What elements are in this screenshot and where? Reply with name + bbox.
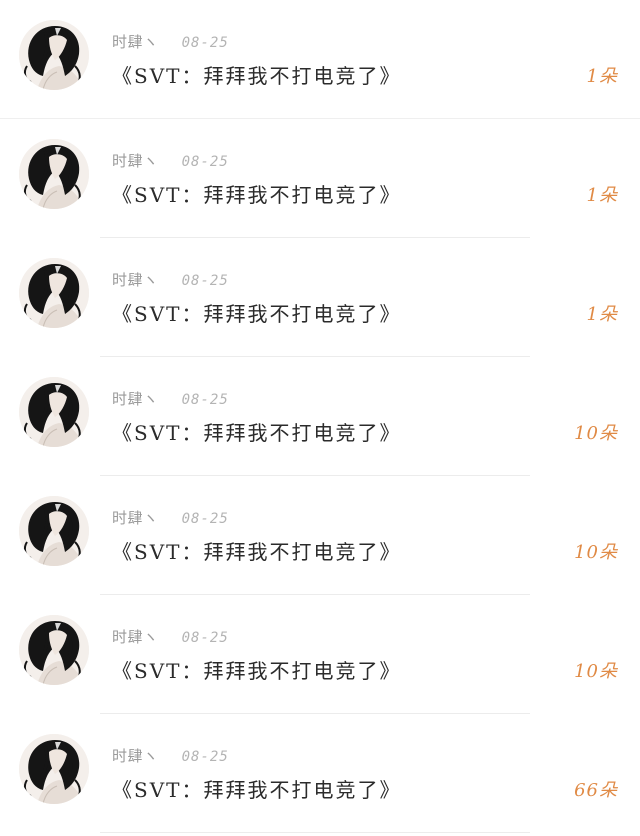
gift-amount: 66朵 — [574, 780, 618, 801]
gift-amount: 10朵 — [574, 542, 618, 563]
date: 08-25 — [181, 35, 229, 51]
gift-amount: 1朵 — [586, 185, 618, 206]
item-meta: 时肆ヽ 08-25 — [112, 745, 229, 765]
avatar[interactable] — [19, 20, 89, 90]
list-item[interactable]: 时肆ヽ 08-25 《SVT：拜拜我不打电竞了》 10朵 — [0, 357, 640, 476]
date: 08-25 — [181, 749, 229, 765]
list-item[interactable]: 时肆ヽ 08-25 《SVT：拜拜我不打电竞了》 10朵 — [0, 476, 640, 595]
anime-avatar-image — [19, 496, 89, 566]
message-text: 《SVT：拜拜我不打电竞了》 — [112, 64, 402, 88]
item-meta: 时肆ヽ 08-25 — [112, 269, 229, 289]
anime-avatar-image — [19, 615, 89, 685]
anime-avatar-image — [19, 377, 89, 447]
message-text: 《SVT：拜拜我不打电竞了》 — [112, 778, 402, 802]
avatar[interactable] — [19, 258, 89, 328]
gift-amount: 1朵 — [586, 66, 618, 87]
avatar[interactable] — [19, 496, 89, 566]
list-item[interactable]: 时肆ヽ 08-25 《SVT：拜拜我不打电竞了》 1朵 — [0, 119, 640, 238]
message-text: 《SVT：拜拜我不打电竞了》 — [112, 540, 402, 564]
date: 08-25 — [181, 273, 229, 289]
gift-amount: 10朵 — [574, 661, 618, 682]
message-text: 《SVT：拜拜我不打电竞了》 — [112, 183, 402, 207]
item-meta: 时肆ヽ 08-25 — [112, 388, 229, 408]
avatar[interactable] — [19, 377, 89, 447]
anime-avatar-image — [19, 139, 89, 209]
anime-avatar-image — [19, 734, 89, 804]
item-meta: 时肆ヽ 08-25 — [112, 31, 229, 51]
avatar[interactable] — [19, 734, 89, 804]
gift-amount: 1朵 — [586, 304, 618, 325]
nickname[interactable]: 时肆ヽ — [112, 31, 159, 52]
message-text: 《SVT：拜拜我不打电竞了》 — [112, 302, 402, 326]
avatar[interactable] — [19, 615, 89, 685]
nickname[interactable]: 时肆ヽ — [112, 269, 159, 290]
list-item[interactable]: 时肆ヽ 08-25 《SVT：拜拜我不打电竞了》 1朵 — [0, 238, 640, 357]
nickname[interactable]: 时肆ヽ — [112, 150, 159, 171]
date: 08-25 — [181, 511, 229, 527]
date: 08-25 — [181, 154, 229, 170]
anime-avatar-image — [19, 258, 89, 328]
list-item[interactable]: 时肆ヽ 08-25 《SVT：拜拜我不打电竞了》 10朵 — [0, 595, 640, 714]
message-text: 《SVT：拜拜我不打电竞了》 — [112, 659, 402, 683]
message-text: 《SVT：拜拜我不打电竞了》 — [112, 421, 402, 445]
divider — [100, 832, 530, 833]
anime-avatar-image — [19, 20, 89, 90]
avatar[interactable] — [19, 139, 89, 209]
gift-amount: 10朵 — [574, 423, 618, 444]
list-item[interactable]: 时肆ヽ 08-25 《SVT：拜拜我不打电竞了》 66朵 — [0, 714, 640, 833]
item-meta: 时肆ヽ 08-25 — [112, 626, 229, 646]
nickname[interactable]: 时肆ヽ — [112, 388, 159, 409]
date: 08-25 — [181, 392, 229, 408]
nickname[interactable]: 时肆ヽ — [112, 507, 159, 528]
nickname[interactable]: 时肆ヽ — [112, 626, 159, 647]
item-meta: 时肆ヽ 08-25 — [112, 507, 229, 527]
list-item[interactable]: 时肆ヽ 08-25 《SVT：拜拜我不打电竞了》 1朵 — [0, 0, 640, 119]
item-meta: 时肆ヽ 08-25 — [112, 150, 229, 170]
nickname[interactable]: 时肆ヽ — [112, 745, 159, 766]
date: 08-25 — [181, 630, 229, 646]
gift-record-list: 时肆ヽ 08-25 《SVT：拜拜我不打电竞了》 1朵 时肆ヽ 08-25 《S… — [0, 0, 640, 836]
